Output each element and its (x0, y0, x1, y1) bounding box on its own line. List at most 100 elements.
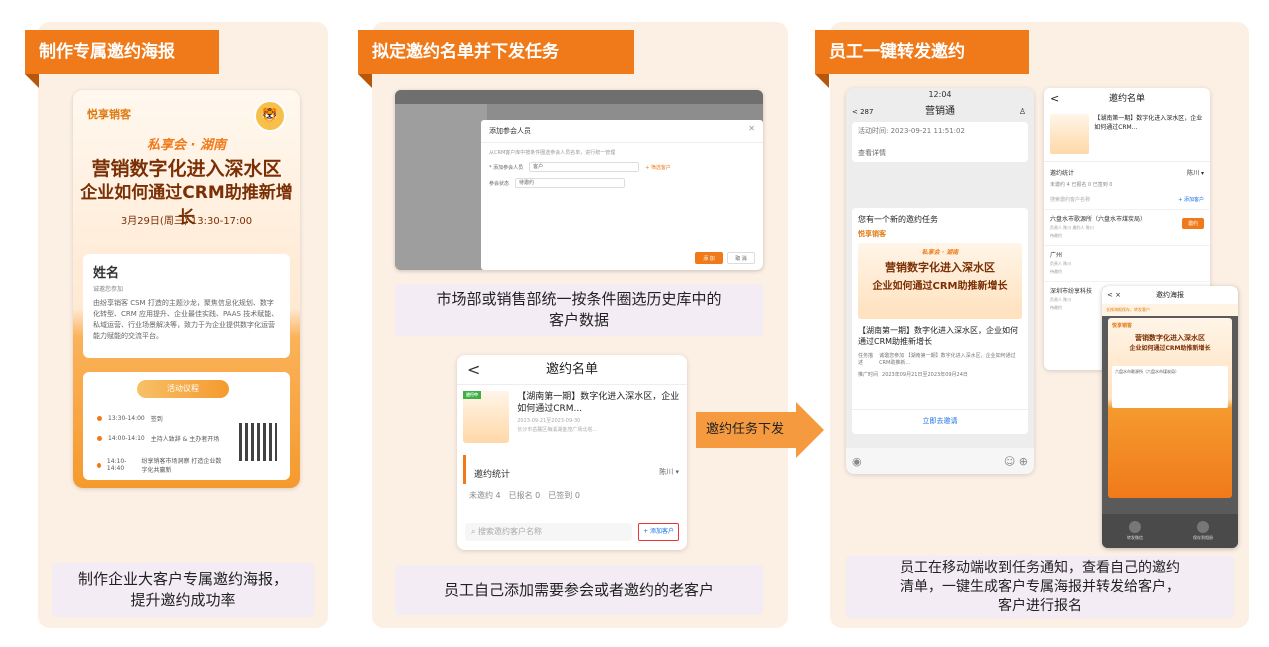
customer-poster: 悦享销客 营销数字化进入深水区 企业如何通过CRM助推新增长 六盘水市歌源所（六… (1108, 318, 1232, 498)
back-icon[interactable]: < 287 (852, 102, 873, 122)
brand-logo: 悦享销客 (87, 108, 131, 121)
agenda-item: 13:30-14:00 签到 (97, 414, 163, 423)
task-dispatch-arrow: 邀约任务下发 (696, 402, 824, 458)
name-sub: 诚邀您参加 (93, 286, 124, 293)
task-card-title: 您有一个新的邀约任务 (858, 215, 938, 224)
participant-field: * 添加参会人员 客户 + 筛选客户 (489, 162, 671, 172)
previous-message: 活动时间: 2023-09-21 11:51:02 查看详情 (852, 122, 1028, 162)
brand-logo: 悦享销客 (858, 230, 886, 238)
push-time: 推广时间 2023年09月21日至2023年09月24日 (858, 372, 968, 378)
agenda-title: 活动议程 (137, 380, 229, 398)
stats-header: 邀约统计 陈川 ▾ (1050, 168, 1204, 177)
panel-title-1: 制作专属邀约海报 (25, 30, 219, 88)
view-details-link[interactable]: 查看详情 (858, 148, 1022, 158)
stats-row: 未邀约 4 已报名 0 已签到 0 (457, 484, 687, 507)
save-album-button[interactable]: 保存到相册 (1193, 521, 1213, 541)
timeline-dot-icon (97, 462, 101, 468)
agenda-item: 14:00-14:10 主持人致辞 & 主办者开场 (97, 434, 219, 443)
poster-title-line1: 营销数字化进入深水区 (91, 158, 282, 180)
list-item[interactable]: 六盘水市歌源所（六盘水市煤炭局） 负责人 陈川 邀约人 陈川 待邀约 邀约 (1044, 209, 1210, 245)
dialog-title: 添加参会人员 (481, 120, 763, 143)
admin-screenshot: 添加参会人员 ✕ 从CRM客户库中按条件圈选参会人员名单，进行统一管理 * 添加… (395, 90, 763, 270)
event-title: 【湖南第一期】数字化进入深水区，企业如何通过CRM... (517, 392, 680, 414)
task-message-card[interactable]: 您有一个新的邀约任务 悦享销客 私享会 · 湖南 营销数字化进入深水区 企业如何… (852, 208, 1028, 434)
agenda-item: 14:10-14:40 纷享销客市场洞察 打造企业数字化共赢新 (97, 456, 227, 474)
invite-now-link[interactable]: 立即去邀请 (852, 409, 1028, 426)
poster-date: 3月29日(周三) 13:30-17:00 (120, 216, 253, 227)
forward-wechat-button[interactable]: 转发微信 (1127, 521, 1143, 541)
admin-top-bar (395, 90, 763, 104)
event-name: 【湖南第一期】数字化进入深水区，企业如何通过CRM助推新增长 (858, 326, 1018, 346)
search-row: ⌕ 搜索邀约客户名称 + 添加客户 (465, 522, 679, 542)
poster-subtitle: 私享会 · 湖南 (147, 138, 226, 153)
caption-panel-3: 员工在移动端收到任务通知，查看自己的邀约 清单，一键生成客户专属海报并转发给客户… (846, 556, 1234, 618)
owner-filter[interactable]: 陈川 ▾ (659, 467, 679, 480)
event-place: 长沙市岳麓区梅溪湖金茂广场北塔... (517, 427, 597, 433)
event-thumbnail (1050, 114, 1090, 154)
timeline-dot-icon (97, 436, 102, 441)
back-icon[interactable]: < (467, 355, 480, 385)
event-description: 由纷享销客 CSM 打造的主题沙龙，聚焦信息化规划、数字化转型、CRM 应用提升… (93, 299, 279, 340)
cancel-button[interactable]: 取 消 (727, 252, 755, 264)
add-participant-dialog: 添加参会人员 ✕ 从CRM客户库中按条件圈选参会人员名单，进行统一管理 * 添加… (481, 120, 763, 270)
add-customer-button[interactable]: + 添加客户 (638, 523, 679, 541)
event-date: 2023-09-21至2023-09-30 (517, 418, 581, 424)
user-icon[interactable]: ♙ (1019, 102, 1026, 122)
customer-name-card: 六盘水市歌源所（六盘水市煤炭局） (1112, 366, 1228, 408)
chat-header: < 287 营销通 ♙ (846, 102, 1034, 122)
chat-input-bar: ◉ ☺ ⊕ (846, 448, 1034, 474)
stat-checked-in: 已签到 0 (548, 491, 580, 500)
caption-panel-2-bottom: 员工自己添加需要参会或者邀约的老客户 (395, 565, 763, 615)
stat-registered: 已报名 0 (508, 491, 541, 500)
task-description: 任务描述 诚邀您参加 【湖南第一期】数字化进入深水区，企业如何通过CRM助推新.… (858, 353, 1016, 366)
agenda-card: 活动议程 13:30-14:00 签到 14:00-14:10 主持人致辞 & … (83, 372, 290, 480)
invite-list-card: < 邀约名单 进行中 【湖南第一期】数字化进入深水区，企业如何通过CRM... … (457, 355, 687, 550)
emoji-plus-icon[interactable]: ☺ ⊕ (1004, 455, 1028, 468)
poster-actions: 转发微信 保存到相册 (1102, 514, 1238, 548)
status-bar-time: 12:04 (928, 90, 952, 99)
arrow-label: 邀约任务下发 (696, 412, 798, 448)
poster-header: < × 邀约海报 (1102, 286, 1238, 304)
filter-customer-link[interactable]: + 筛选客户 (645, 164, 671, 171)
message-time: 活动时间: 2023-09-21 11:51:02 (858, 127, 965, 135)
status-field: 参会状态 待邀约 (481, 175, 763, 191)
add-button[interactable]: 添 加 (695, 252, 723, 264)
status-select[interactable]: 待邀约 (515, 178, 626, 188)
admin-left-list (395, 104, 487, 270)
stat-not-invited: 未邀约 4 (469, 491, 501, 500)
search-input[interactable]: ⌕ 搜索邀约客户名称 (465, 523, 633, 541)
qr-code-icon (236, 420, 280, 464)
poster-preview-phone: < × 邀约海报 长按海报保存，转发客户 悦享销客 营销数字化进入深水区 企业如… (1102, 286, 1238, 548)
invite-button[interactable]: 邀约 (1181, 218, 1204, 229)
task-poster: 私享会 · 湖南 营销数字化进入深水区 企业如何通过CRM助推新增长 (858, 243, 1022, 319)
arrow-right-icon (796, 402, 824, 458)
panel-title-3: 员工一键转发邀约 (815, 30, 1029, 88)
close-icon[interactable]: ✕ (748, 124, 755, 133)
download-icon (1197, 521, 1209, 533)
timeline-dot-icon (97, 416, 102, 421)
dialog-buttons: 添 加 取 消 (695, 252, 755, 264)
search-input[interactable]: 搜索邀约客户名称 (1050, 196, 1090, 203)
event-info: 进行中 【湖南第一期】数字化进入深水区，企业如何通过CRM... 2023-09… (457, 385, 687, 447)
event-thumbnail: 进行中 (463, 391, 510, 443)
dialog-hint: 从CRM客户库中按条件圈选参会人员名单，进行统一管理 (489, 150, 616, 156)
stats-header: 邀约统计 陈川 ▾ (463, 455, 687, 484)
name-label: 姓名 (93, 266, 120, 281)
caption-panel-2-top: 市场部或销售部统一按条件圈选历史库中的 客户数据 (395, 284, 763, 336)
add-customer-button[interactable]: + 添加客户 (1178, 196, 1204, 203)
list-item[interactable]: 广州 负责人 陈川 待邀约 (1044, 245, 1210, 281)
caption-panel-1: 制作企业大客户专属邀约海报， 提升邀约成功率 (52, 563, 314, 617)
owner-filter[interactable]: 陈川 ▾ (1187, 168, 1204, 177)
status-badge: 进行中 (463, 391, 481, 399)
name-card: 姓名 诚邀您参加 由纷享销客 CSM 打造的主题沙龙，聚焦信息化规划、数字化转型… (83, 254, 290, 358)
search-row: 搜索邀约客户名称 + 添加客户 (1044, 190, 1210, 209)
back-icon[interactable]: < (1050, 88, 1059, 110)
chat-phone: 12:04 < 287 营销通 ♙ 活动时间: 2023-09-21 11:51… (846, 88, 1034, 474)
event-info: 【湖南第一期】数字化进入深水区，企业如何通过CRM... (1044, 110, 1210, 162)
participant-select[interactable]: 客户 (529, 162, 640, 172)
invite-list-header: < 邀约名单 (457, 355, 687, 385)
event-title: 【湖南第一期】数字化进入深水区，企业如何通过CRM... (1094, 115, 1203, 131)
mascot-icon: 🐯 (254, 100, 286, 132)
voice-icon[interactable]: ◉ (852, 455, 862, 468)
back-close-icon[interactable]: < × (1107, 286, 1121, 304)
